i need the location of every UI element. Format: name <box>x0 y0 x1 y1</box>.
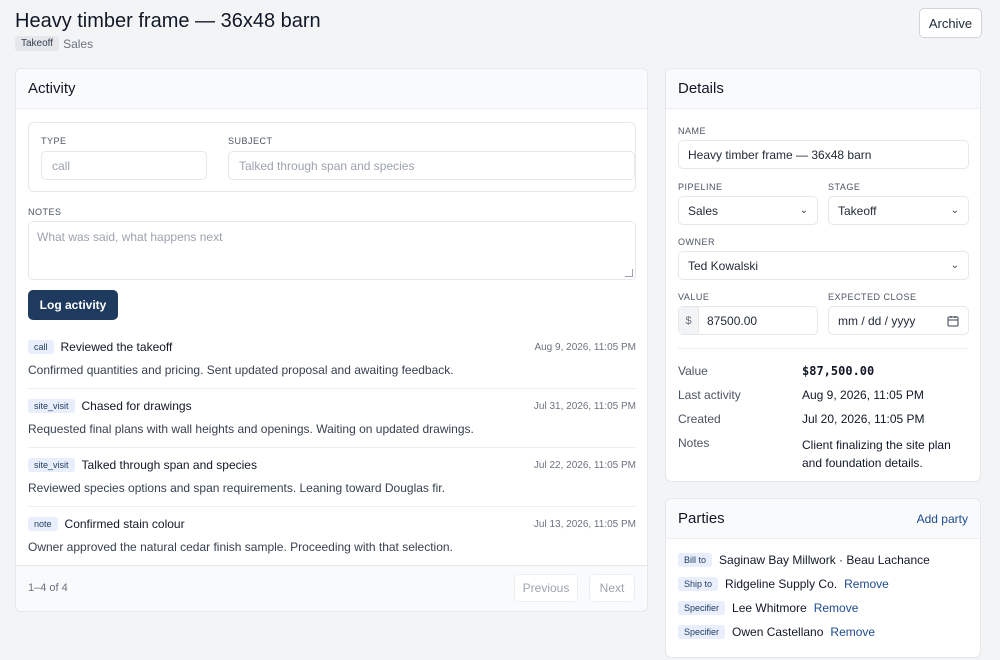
activity-type-chip: site_visit <box>28 399 75 413</box>
expected-close-placeholder: mm / dd / yyyy <box>838 313 916 328</box>
notes-textarea[interactable]: What was said, what happens next <box>28 221 636 280</box>
activity-title: Activity <box>28 80 76 97</box>
party-row: Specifier Lee Whitmore Remove <box>678 601 858 615</box>
owner-select[interactable]: Ted Kowalski ⌄ <box>678 251 969 280</box>
name-value: Heavy timber frame — 36x48 barn <box>688 147 872 162</box>
value-amount: 87500.00 <box>707 313 758 328</box>
summary-key: Created <box>678 412 721 426</box>
details-title: Details <box>678 80 724 97</box>
activity-text: Reviewed species options and span requir… <box>28 481 445 495</box>
list-item: site_visit Chased for drawings Jul 31, 2… <box>28 389 636 448</box>
activity-time: Jul 31, 2026, 11:05 PM <box>533 401 636 412</box>
activity-text: Requested final plans with wall heights … <box>28 422 474 436</box>
activity-header: Activity <box>16 69 647 109</box>
resize-handle-icon[interactable] <box>625 269 633 277</box>
list-item: call Reviewed the takeoff Aug 9, 2026, 1… <box>28 330 636 389</box>
remove-party-link[interactable]: Remove <box>844 577 889 591</box>
activity-card: Activity TYPE call SUBJECT Talked throug… <box>15 68 648 612</box>
activity-body: TYPE call SUBJECT Talked through span an… <box>16 109 647 566</box>
stage-label: STAGE <box>828 182 861 192</box>
activity-type-chip: note <box>28 517 58 531</box>
activity-subject: Confirmed stain colour <box>64 517 185 531</box>
activity-text: Owner approved the natural cedar finish … <box>28 540 453 554</box>
stage-value: Takeoff <box>838 203 877 218</box>
activity-form-box: TYPE call SUBJECT Talked through span an… <box>28 122 636 192</box>
summary-value: Client finalizing the site plan and foun… <box>802 438 951 470</box>
value-label: VALUE <box>678 292 710 302</box>
activity-time: Jul 13, 2026, 11:05 PM <box>533 519 636 530</box>
name-label: NAME <box>678 126 707 136</box>
details-header: Details <box>666 69 980 109</box>
pipeline-text: Sales <box>63 36 94 51</box>
pipeline-select[interactable]: Sales ⌄ <box>678 196 818 225</box>
party-role-chip: Ship to <box>678 577 719 591</box>
deal-meta: Takeoff Sales <box>15 36 93 51</box>
next-button[interactable]: Next <box>589 574 635 602</box>
activity-type-chip: call <box>28 340 54 354</box>
subject-label: SUBJECT <box>228 136 273 146</box>
party-name: Lee Whitmore <box>732 601 807 615</box>
archive-button[interactable]: Archive <box>919 8 982 38</box>
details-card: Details NAME Heavy timber frame — 36x48 … <box>665 68 981 482</box>
chevron-down-icon: ⌄ <box>950 260 959 271</box>
subject-input[interactable]: Talked through span and species <box>228 151 635 180</box>
owner-value: Ted Kowalski <box>688 258 759 273</box>
parties-title: Parties <box>678 510 725 527</box>
party-name: Owen Castellano <box>732 625 824 639</box>
page-title: Heavy timber frame — 36x48 barn <box>15 10 321 32</box>
activity-type-chip: site_visit <box>28 458 75 472</box>
notes-placeholder: What was said, what happens next <box>37 230 223 244</box>
notes-label: NOTES <box>28 207 62 217</box>
activity-subject: Talked through span and species <box>81 458 257 472</box>
expected-close-label: EXPECTED CLOSE <box>828 292 917 302</box>
party-role-chip: Specifier <box>678 625 726 639</box>
pagination-count: 1–4 of 4 <box>28 582 68 594</box>
parties-card: Parties Add party Bill to Saginaw Bay Mi… <box>665 498 981 658</box>
stage-badge: Takeoff <box>15 36 60 51</box>
type-input[interactable]: call <box>41 151 207 180</box>
remove-party-link[interactable]: Remove <box>830 625 875 639</box>
stage-select[interactable]: Takeoff ⌄ <box>828 196 969 225</box>
pipeline-label: PIPELINE <box>678 182 723 192</box>
parties-header: Parties Add party <box>666 499 980 539</box>
list-item: note Confirmed stain colour Jul 13, 2026… <box>28 507 636 566</box>
pipeline-value: Sales <box>688 203 719 218</box>
chevron-down-icon: ⌄ <box>799 205 808 216</box>
activity-subject: Chased for drawings <box>81 399 192 413</box>
party-role-chip: Bill to <box>678 553 713 567</box>
activity-time: Jul 22, 2026, 11:05 PM <box>533 460 636 471</box>
previous-button[interactable]: Previous <box>514 574 578 602</box>
activity-text: Confirmed quantities and pricing. Sent u… <box>28 363 454 377</box>
list-item: site_visit Talked through span and speci… <box>28 448 636 507</box>
party-row: Bill to Saginaw Bay Millwork · Beau Lach… <box>678 553 930 567</box>
add-party-link[interactable]: Add party <box>917 512 968 526</box>
expected-close-input[interactable]: mm / dd / yyyy <box>828 306 969 335</box>
summary-key: Notes <box>678 436 710 450</box>
type-label: TYPE <box>41 136 67 146</box>
divider <box>678 348 968 349</box>
calendar-icon[interactable] <box>947 315 959 327</box>
log-activity-button[interactable]: Log activity <box>28 290 118 320</box>
name-field[interactable]: Heavy timber frame — 36x48 barn <box>678 140 969 169</box>
summary-value: $87,500.00 <box>802 364 875 378</box>
chevron-down-icon: ⌄ <box>950 205 959 216</box>
pagination: 1–4 of 4 Previous Next <box>16 565 647 611</box>
currency-prefix: $ <box>679 307 699 334</box>
value-input[interactable]: $ 87500.00 <box>678 306 818 335</box>
remove-party-link[interactable]: Remove <box>814 601 859 615</box>
activity-subject: Reviewed the takeoff <box>60 340 173 354</box>
party-row: Specifier Owen Castellano Remove <box>678 625 875 639</box>
party-name: Ridgeline Supply Co. <box>725 577 838 591</box>
activity-time: Aug 9, 2026, 11:05 PM <box>534 342 636 353</box>
party-name: Saginaw Bay Millwork · Beau Lachance <box>719 553 930 567</box>
party-role-chip: Specifier <box>678 601 726 615</box>
summary-key: Value <box>678 364 708 378</box>
summary-value: Aug 9, 2026, 11:05 PM <box>802 388 924 402</box>
summary-key: Last activity <box>678 388 741 402</box>
owner-label: OWNER <box>678 237 715 247</box>
activity-list: call Reviewed the takeoff Aug 9, 2026, 1… <box>28 330 636 566</box>
party-row: Ship to Ridgeline Supply Co. Remove <box>678 577 889 591</box>
summary-value: Jul 20, 2026, 11:05 PM <box>802 412 925 426</box>
